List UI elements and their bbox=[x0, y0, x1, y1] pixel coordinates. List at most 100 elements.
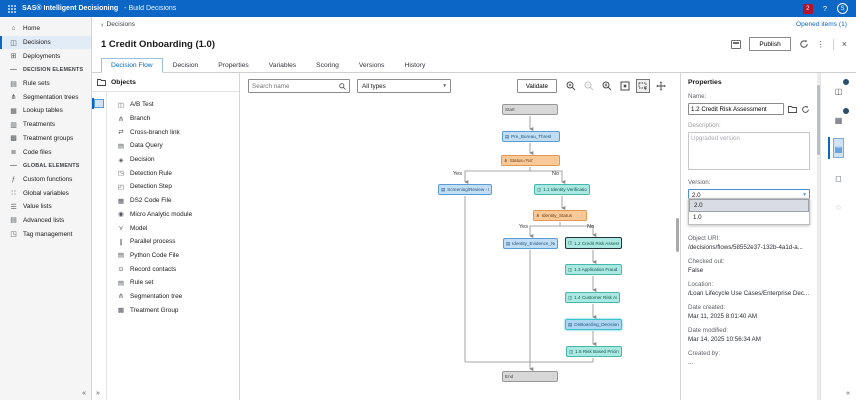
tab-versions[interactable]: Versions bbox=[349, 58, 395, 74]
object-item-decision[interactable]: ◈Decision bbox=[107, 153, 239, 167]
date-created-label: Date created: bbox=[688, 304, 810, 311]
validate-button[interactable]: Validate bbox=[517, 79, 557, 93]
object-item-python-code-file[interactable]: ▤Python Code File bbox=[107, 249, 239, 263]
sidebar-item-code-files[interactable]: ≣Code files bbox=[0, 145, 91, 159]
flow-node-screening-review[interactable]: ▤Screening/Review - High R... bbox=[438, 184, 492, 195]
sidebar-item-global-variables[interactable]: ∷Global variables bbox=[0, 186, 91, 200]
flow-diagram[interactable]: Start⋮ ▤Pre_Bureau_Thresholds_All...⋮ ⋔S… bbox=[240, 98, 680, 400]
object-item-ab-test[interactable]: ◫A/B Test bbox=[107, 98, 239, 112]
object-item-micro-analytic-module[interactable]: ◉Micro Analytic module bbox=[107, 208, 239, 222]
badge-dot bbox=[843, 79, 849, 85]
palette-tab-icon[interactable] bbox=[94, 99, 104, 108]
more-options-icon[interactable]: ⋮ bbox=[817, 40, 825, 49]
object-item-detection-rule[interactable]: ◳Detection Rule bbox=[107, 166, 239, 180]
close-icon[interactable]: × bbox=[842, 39, 847, 49]
tab-properties[interactable]: Properties bbox=[208, 58, 258, 74]
tab-scoring[interactable]: Scoring bbox=[306, 58, 349, 74]
zoom-reset-icon[interactable] bbox=[600, 79, 614, 93]
app-bar: SAS® Intelligent Decisioning - Build Dec… bbox=[0, 0, 856, 17]
date-modified-value: Mar 14, 2025 10:56:34 AM bbox=[688, 336, 810, 343]
folder-browse-icon[interactable] bbox=[788, 105, 797, 113]
objects-icon-strip: » bbox=[92, 92, 107, 400]
tab-history[interactable]: History bbox=[395, 58, 436, 74]
flow-node-risk-based-pricing[interactable]: ◫1.5 Risk Based Pricing (1.0) bbox=[566, 346, 622, 357]
publish-button[interactable]: Publish bbox=[749, 37, 790, 51]
object-item-branch[interactable]: ⋔Branch bbox=[107, 112, 239, 126]
sidebar-item-deployments[interactable]: ⊞Deployments bbox=[0, 49, 91, 63]
rail-notes-panel[interactable]: ◻ bbox=[835, 168, 842, 186]
pan-icon[interactable] bbox=[654, 79, 668, 93]
flow-node-identity-status[interactable]: ⋔Identity_Status⋮ bbox=[533, 210, 587, 221]
sidebar-item-treatment-groups[interactable]: ▩Treatment groups bbox=[0, 132, 91, 146]
object-item-data-query[interactable]: ▤Data Query bbox=[107, 139, 239, 153]
properties-collapse-icon[interactable]: « bbox=[846, 390, 850, 397]
opened-items-link[interactable]: Opened items (1) bbox=[796, 21, 847, 28]
version-option-1-0[interactable]: 1.0 bbox=[689, 212, 809, 225]
comments-panel-icon: ◌ bbox=[836, 203, 841, 212]
type-filter-select[interactable]: All types ▾ bbox=[357, 79, 451, 93]
sidebar-item-value-lists[interactable]: ☰Value lists bbox=[0, 200, 91, 214]
rule-set-icon: ▤ bbox=[568, 322, 572, 328]
search-input[interactable] bbox=[252, 83, 339, 90]
fit-to-window-icon[interactable] bbox=[618, 79, 632, 93]
description-textarea[interactable] bbox=[688, 132, 810, 170]
sidebar-item-tag-management[interactable]: ◳Tag management bbox=[0, 227, 91, 241]
rail-properties-panel[interactable]: ▤ bbox=[834, 139, 844, 157]
object-item-cross-branch-link[interactable]: ⇄Cross-branch link bbox=[107, 125, 239, 139]
detection-rule-icon: ◳ bbox=[117, 169, 125, 177]
object-item-label: Rule set bbox=[130, 279, 153, 286]
zoom-in-icon[interactable] bbox=[564, 79, 578, 93]
reset-name-icon[interactable] bbox=[801, 105, 810, 114]
flow-node-identity-evidence[interactable]: ▤Identity_Evidence_Needed... bbox=[503, 238, 558, 249]
refresh-icon[interactable] bbox=[799, 39, 809, 49]
flow-node-credit-risk-assessment[interactable]: ◫1.2 Credit Risk Assessment... bbox=[565, 237, 622, 249]
object-item-ds2-code-file[interactable]: ▦DS2 Code File bbox=[107, 194, 239, 208]
tab-variables[interactable]: Variables bbox=[259, 58, 306, 74]
flow-node-pre-bureau-thresholds[interactable]: ▤Pre_Bureau_Thresholds_All...⋮ bbox=[502, 131, 560, 142]
rail-comments-panel[interactable]: ◌ bbox=[836, 197, 841, 215]
rail-data-panel[interactable]: ▦ bbox=[835, 110, 843, 128]
breadcrumb[interactable]: Decisions bbox=[107, 21, 136, 28]
object-item-parallel-process[interactable]: ∥Parallel process bbox=[107, 235, 239, 249]
version-option-2-0[interactable]: 2.0 bbox=[689, 199, 809, 212]
objects-expand-icon[interactable]: » bbox=[96, 390, 100, 397]
window-icon[interactable] bbox=[731, 40, 741, 49]
canvas-scrollbar[interactable] bbox=[676, 218, 679, 252]
ds2-code-file-icon: ▦ bbox=[117, 197, 125, 205]
object-item-treatment-group[interactable]: ▩Treatment Group bbox=[107, 303, 239, 317]
zoom-out-icon[interactable] bbox=[582, 79, 596, 93]
sidebar-item-lookup-tables[interactable]: ▦Lookup tables bbox=[0, 104, 91, 118]
detection-step-icon: ◰ bbox=[117, 183, 125, 191]
object-item-rule-set[interactable]: ▤Rule set bbox=[107, 276, 239, 290]
flow-node-branch-status[interactable]: ⋔Status='No'⋮ bbox=[501, 155, 560, 166]
object-item-detection-step[interactable]: ◰Detection Step bbox=[107, 180, 239, 194]
sidebar-item-custom-functions[interactable]: ƒCustom functions bbox=[0, 173, 91, 187]
object-item-segmentation-tree[interactable]: ⋔Segmentation tree bbox=[107, 290, 239, 304]
sidebar-item-advanced-lists[interactable]: ▤Advanced lists bbox=[0, 214, 91, 228]
user-avatar[interactable]: S bbox=[837, 3, 848, 14]
help-icon[interactable]: ? bbox=[823, 4, 827, 13]
flow-node-start[interactable]: Start⋮ bbox=[502, 104, 558, 115]
notification-badge[interactable]: 2 bbox=[803, 4, 813, 14]
marquee-select-icon[interactable] bbox=[636, 79, 650, 93]
properties-title: Properties bbox=[688, 79, 810, 86]
rail-variables-panel[interactable]: ◫ bbox=[835, 81, 843, 99]
app-switcher-icon[interactable] bbox=[8, 5, 16, 13]
flow-node-application-fraud[interactable]: ◫1.3 Application Fraud (1.0) bbox=[565, 264, 622, 275]
sidebar-item-decisions[interactable]: ◫Decisions bbox=[0, 36, 91, 50]
tab-decision-flow[interactable]: Decision Flow bbox=[101, 58, 163, 74]
object-item-record-contacts[interactable]: ⊙Record contacts bbox=[107, 262, 239, 276]
flow-node-customer-risk-assessment[interactable]: ◫1.4 Customer Risk Assess... bbox=[565, 292, 620, 303]
back-icon[interactable]: ‹ bbox=[101, 20, 104, 29]
sidebar-item-home[interactable]: ⌂Home bbox=[0, 22, 91, 36]
object-item-model[interactable]: ⋎Model bbox=[107, 221, 239, 235]
flow-node-end[interactable]: End⋮ bbox=[502, 371, 558, 382]
sidebar-item-segmentation-trees[interactable]: ⋔Segmentation trees bbox=[0, 90, 91, 104]
name-input[interactable] bbox=[688, 103, 784, 115]
flow-node-onboarding-decision[interactable]: ▤OnBoarding_Decision_All... bbox=[565, 319, 622, 330]
tab-decision[interactable]: Decision bbox=[163, 58, 209, 74]
sidebar-item-treatments[interactable]: ▥Treatments bbox=[0, 118, 91, 132]
sidebar-collapse-icon[interactable]: « bbox=[82, 390, 86, 397]
sidebar-item-rule-sets[interactable]: ▤Rule sets bbox=[0, 77, 91, 91]
flow-node-identity-verification[interactable]: ◫1.1 Identity Verification (1.0) bbox=[534, 184, 590, 195]
